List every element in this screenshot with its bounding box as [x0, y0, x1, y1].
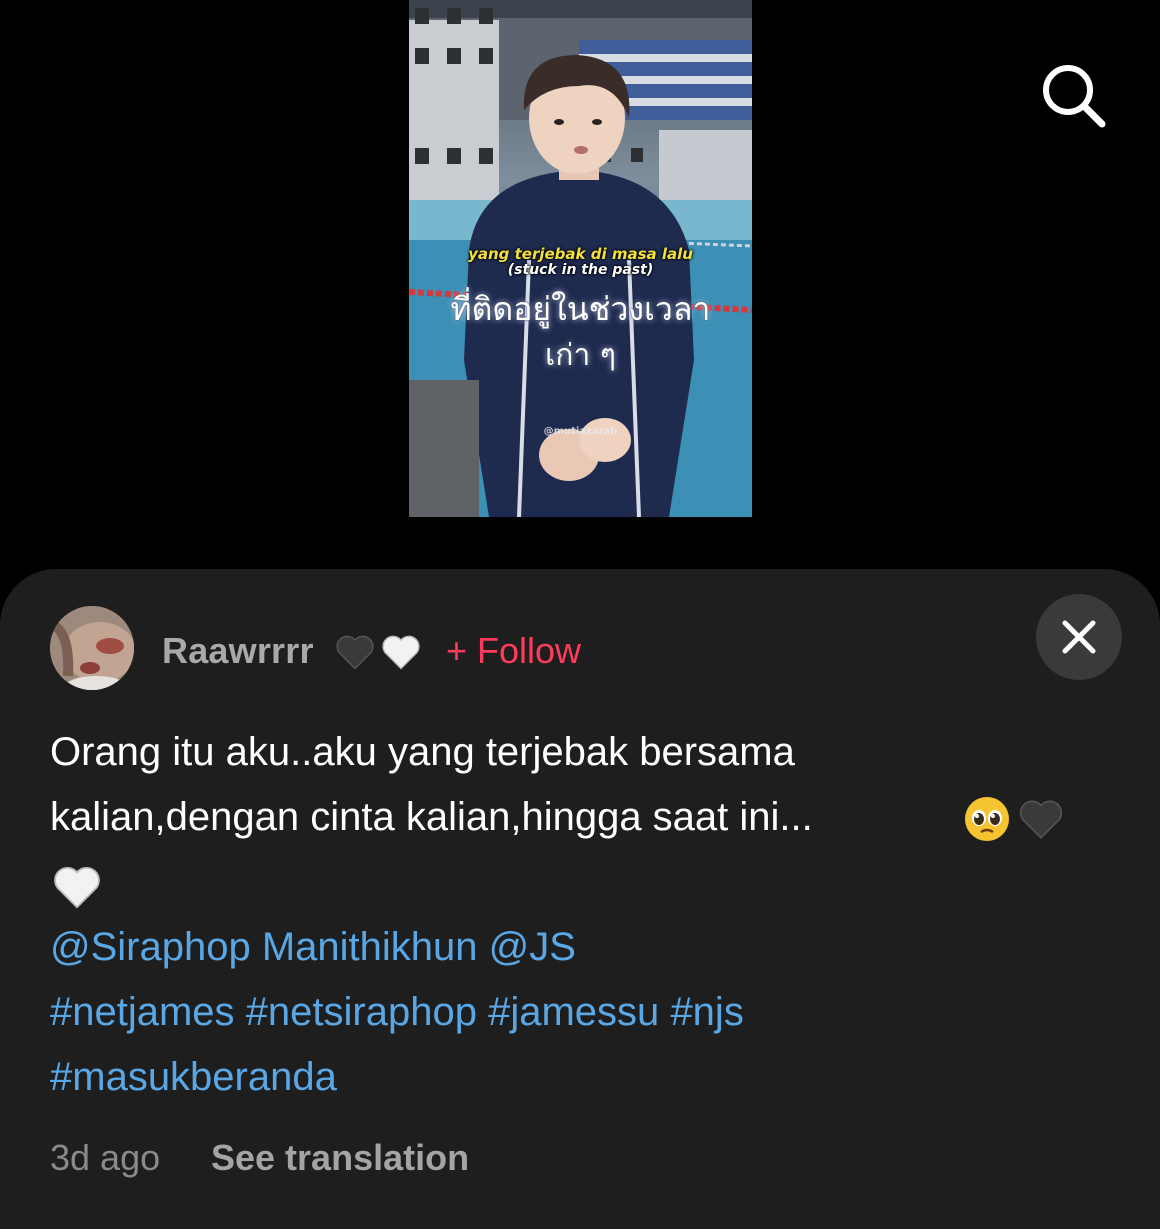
white-heart-icon	[54, 866, 100, 909]
comment-text-line2: kalian,dengan cinta kalian,hingga saat i…	[50, 795, 813, 839]
see-translation-button[interactable]: See translation	[211, 1137, 469, 1179]
mention-link[interactable]: @JS	[489, 925, 576, 969]
pleading-face-icon	[965, 797, 1009, 841]
hashtags-line: #netjames #netsiraphop #jamessu #njs	[50, 990, 744, 1035]
hashtags-line: #masukberanda	[50, 1055, 337, 1100]
comment-emoji-line3	[50, 860, 104, 919]
hashtag-link[interactable]: #netsiraphop	[246, 990, 477, 1034]
black-heart-icon	[336, 635, 374, 670]
hashtag-link[interactable]: #masukberanda	[50, 1055, 337, 1099]
video-caption-thai-line2: เก่า ๆ	[545, 338, 616, 373]
video-caption-english: (stuck in the past)	[507, 262, 654, 278]
mention-link[interactable]: @Siraphop Manithikhun	[50, 925, 478, 969]
search-button[interactable]	[1036, 58, 1112, 134]
avatar-image	[50, 606, 134, 690]
video-caption-thai-line1: ที่ติดอยู่ในช่วงเวลา	[450, 290, 711, 328]
mentions-line: @Siraphop Manithikhun @JS	[50, 925, 576, 970]
follow-button[interactable]: + Follow	[446, 630, 581, 672]
search-icon	[1043, 65, 1106, 128]
hashtag-link[interactable]: #jamessu	[488, 990, 659, 1034]
video-watermark: @mutiazarah	[543, 426, 618, 437]
username-emoji	[333, 630, 423, 674]
comment-timestamp: 3d ago	[50, 1137, 161, 1178]
comment-emoji-line2	[962, 794, 1066, 844]
hashtag-link[interactable]: #netjames	[50, 990, 235, 1034]
video-thumbnail[interactable]: yang terjebak di masa lalu (stuck in the…	[409, 0, 752, 517]
comment-username[interactable]: Raawrrrr	[162, 630, 314, 672]
black-heart-icon	[1019, 800, 1063, 839]
white-heart-icon	[382, 635, 420, 670]
close-icon	[1062, 620, 1096, 654]
close-button[interactable]	[1036, 594, 1122, 680]
hashtag-link[interactable]: #njs	[670, 990, 743, 1034]
comment-text-line1: Orang itu aku..aku yang terjebak bersama	[50, 730, 795, 774]
video-caption-indonesian: yang terjebak di masa lalu	[468, 245, 693, 263]
avatar[interactable]	[50, 606, 134, 690]
